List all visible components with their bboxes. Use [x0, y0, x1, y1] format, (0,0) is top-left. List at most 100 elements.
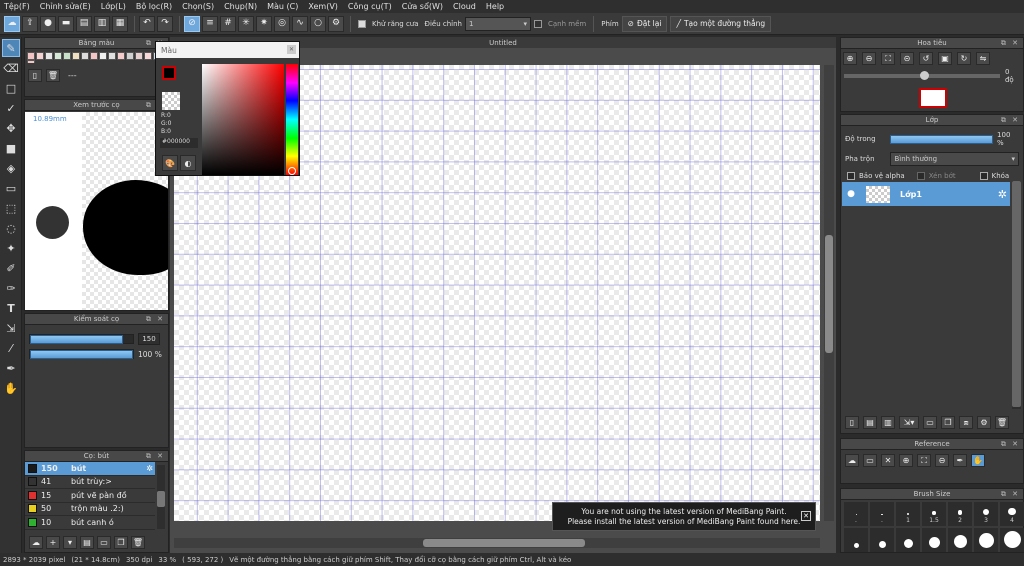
- brush-tool-icon[interactable]: ✎: [2, 39, 20, 57]
- rotate-right-icon[interactable]: ↻: [957, 52, 971, 65]
- layer-folder-icon[interactable]: ▭: [923, 416, 937, 429]
- snap-curve-icon[interactable]: ∿: [292, 15, 308, 32]
- fit-icon[interactable]: ⛶: [917, 454, 931, 467]
- brush-size-preset[interactable]: [844, 528, 868, 552]
- share-icon[interactable]: ⇪: [22, 15, 38, 32]
- palette-swatch[interactable]: [45, 52, 53, 60]
- protect-alpha-checkbox[interactable]: [847, 172, 855, 180]
- cloud-download-icon[interactable]: ☁: [845, 454, 859, 467]
- eyedropper-tool-icon[interactable]: ✒: [2, 359, 20, 377]
- palette-swatch[interactable]: [99, 52, 107, 60]
- brush-size-preset[interactable]: [974, 528, 998, 552]
- flip-icon[interactable]: ⇋: [976, 52, 990, 65]
- duplicate-brush-icon[interactable]: ❐: [114, 536, 128, 549]
- operation-tool-icon[interactable]: ⇲: [2, 319, 20, 337]
- new-palette-icon[interactable]: ▯: [28, 69, 42, 82]
- panel-controls-icon[interactable]: ⧉ ✕: [1001, 116, 1020, 125]
- menu-help[interactable]: Help: [486, 2, 504, 11]
- brush-size-preset[interactable]: .: [870, 502, 894, 526]
- cloud-icon[interactable]: ☁: [4, 15, 20, 32]
- reset-button[interactable]: ⊘ Đặt lại: [621, 15, 668, 32]
- palette-swatch[interactable]: [27, 60, 35, 63]
- snap-ellipse-icon[interactable]: ○: [310, 15, 326, 32]
- brush-list-item[interactable]: 10 bút canh ó: [25, 516, 155, 530]
- chat-icon[interactable]: ●: [40, 15, 56, 32]
- snap-off-icon[interactable]: ⊘: [184, 15, 200, 32]
- fit-icon[interactable]: ⛶: [881, 52, 895, 65]
- panel-controls-icon[interactable]: ⧉ ✕: [1001, 440, 1020, 449]
- palette-swatch[interactable]: [144, 52, 152, 60]
- adjust-select[interactable]: 1 ▾: [465, 16, 531, 31]
- hue-handle[interactable]: [288, 167, 296, 175]
- rectangle-tool-icon[interactable]: □: [2, 79, 20, 97]
- layer-settings-icon[interactable]: ⚙: [977, 416, 991, 429]
- palette-swatch[interactable]: [135, 52, 143, 60]
- snap-radial-icon[interactable]: ✷: [256, 15, 272, 32]
- lock-checkbox[interactable]: [979, 172, 988, 180]
- dot-tool-icon[interactable]: ✓: [2, 99, 20, 117]
- gear-icon[interactable]: ✲: [998, 188, 1007, 201]
- hue-slider[interactable]: [286, 64, 298, 175]
- divide-tool-icon[interactable]: ⁄: [2, 339, 20, 357]
- close-icon[interactable]: ✕: [287, 45, 296, 54]
- move-tool-icon[interactable]: ✥: [2, 119, 20, 137]
- zoom-out-icon[interactable]: ⊖: [935, 454, 949, 467]
- brush-size-preset[interactable]: [948, 528, 972, 552]
- text-tool-icon[interactable]: T: [2, 299, 20, 317]
- close-icon[interactable]: ✕: [801, 511, 811, 521]
- brush-menu-icon[interactable]: ▾: [63, 536, 77, 549]
- panel-controls-icon[interactable]: ⧉ ✕: [1001, 39, 1020, 48]
- panel-controls-icon[interactable]: ⧉ ✕: [146, 315, 165, 324]
- palette-swatch[interactable]: [126, 52, 134, 60]
- foreground-color-swatch[interactable]: [162, 66, 176, 80]
- brush-size-preset[interactable]: 1: [896, 502, 920, 526]
- menu-capture[interactable]: Chụp(N): [224, 2, 257, 11]
- layer-opacity-value[interactable]: 100 %: [997, 131, 1019, 147]
- brush-size-slider[interactable]: [29, 334, 134, 344]
- snap-circle-icon[interactable]: ◎: [274, 15, 290, 32]
- menu-tools[interactable]: Công cụ(T): [348, 2, 392, 11]
- save-icon[interactable]: ▤: [76, 15, 92, 32]
- merge-layer-icon[interactable]: ⧈: [959, 416, 973, 429]
- bucket-tool-icon[interactable]: ◈: [2, 159, 20, 177]
- transparent-color-swatch[interactable]: [162, 92, 180, 110]
- layer-blend-select[interactable]: Bình thường ▾: [890, 152, 1019, 166]
- delete-palette-icon[interactable]: 🗑: [46, 69, 60, 82]
- menu-file[interactable]: Tệp(F): [4, 2, 30, 11]
- palette-swatch[interactable]: [36, 52, 44, 60]
- canvas-vertical-scroll-thumb[interactable]: [825, 235, 833, 353]
- cloud-brush-icon[interactable]: ☁: [29, 536, 43, 549]
- snap-vanishing-icon[interactable]: ✳: [238, 15, 254, 32]
- magic-wand-tool-icon[interactable]: ✦: [2, 239, 20, 257]
- panel-icon[interactable]: ▥: [94, 15, 110, 32]
- brush-list-item[interactable]: 15 pút vẽ pàn đồ: [25, 489, 155, 503]
- menu-window[interactable]: Cửa sổ(W): [402, 2, 443, 11]
- new-layer-icon[interactable]: ▯: [845, 416, 859, 429]
- zoom-out-icon[interactable]: ⊖: [862, 52, 876, 65]
- brush-list-scroll-thumb[interactable]: [157, 491, 165, 507]
- new-halftone-layer-icon[interactable]: ▤: [863, 416, 877, 429]
- hand-icon[interactable]: ✋: [971, 454, 985, 467]
- palette-swatch[interactable]: [108, 52, 116, 60]
- clipping-checkbox[interactable]: [916, 172, 925, 180]
- zoom-reset-icon[interactable]: ⊝: [900, 52, 914, 65]
- menu-select[interactable]: Chọn(S): [182, 2, 214, 11]
- grid-toggle-icon[interactable]: ▦: [112, 15, 128, 32]
- brush-list-item[interactable]: 150 bút ✲: [25, 462, 155, 476]
- menu-cloud[interactable]: Cloud: [453, 2, 476, 11]
- brush-size-preset[interactable]: 1.5: [922, 502, 946, 526]
- brush-list-item[interactable]: 50 trộn màu .2:): [25, 503, 155, 516]
- menu-filter[interactable]: Bộ lọc(R): [136, 2, 172, 11]
- snap-settings-icon[interactable]: ⚙: [328, 15, 344, 32]
- open-folder-icon[interactable]: ▭: [863, 454, 877, 467]
- soft-edge-checkbox[interactable]: [534, 19, 542, 28]
- layer-menu-icon[interactable]: ⇲▾: [899, 416, 919, 429]
- palette-swatch[interactable]: [81, 52, 89, 60]
- menu-color[interactable]: Màu (C): [267, 2, 298, 11]
- navigator-thumbnail[interactable]: [919, 88, 947, 108]
- delete-layer-icon[interactable]: 🗑: [995, 416, 1009, 429]
- fit-window-icon[interactable]: ▣: [938, 52, 952, 65]
- new-8bit-layer-icon[interactable]: ▥: [881, 416, 895, 429]
- brush-list-item[interactable]: 41 bút trùy:>: [25, 476, 155, 489]
- select-pen-tool-icon[interactable]: ✐: [2, 259, 20, 277]
